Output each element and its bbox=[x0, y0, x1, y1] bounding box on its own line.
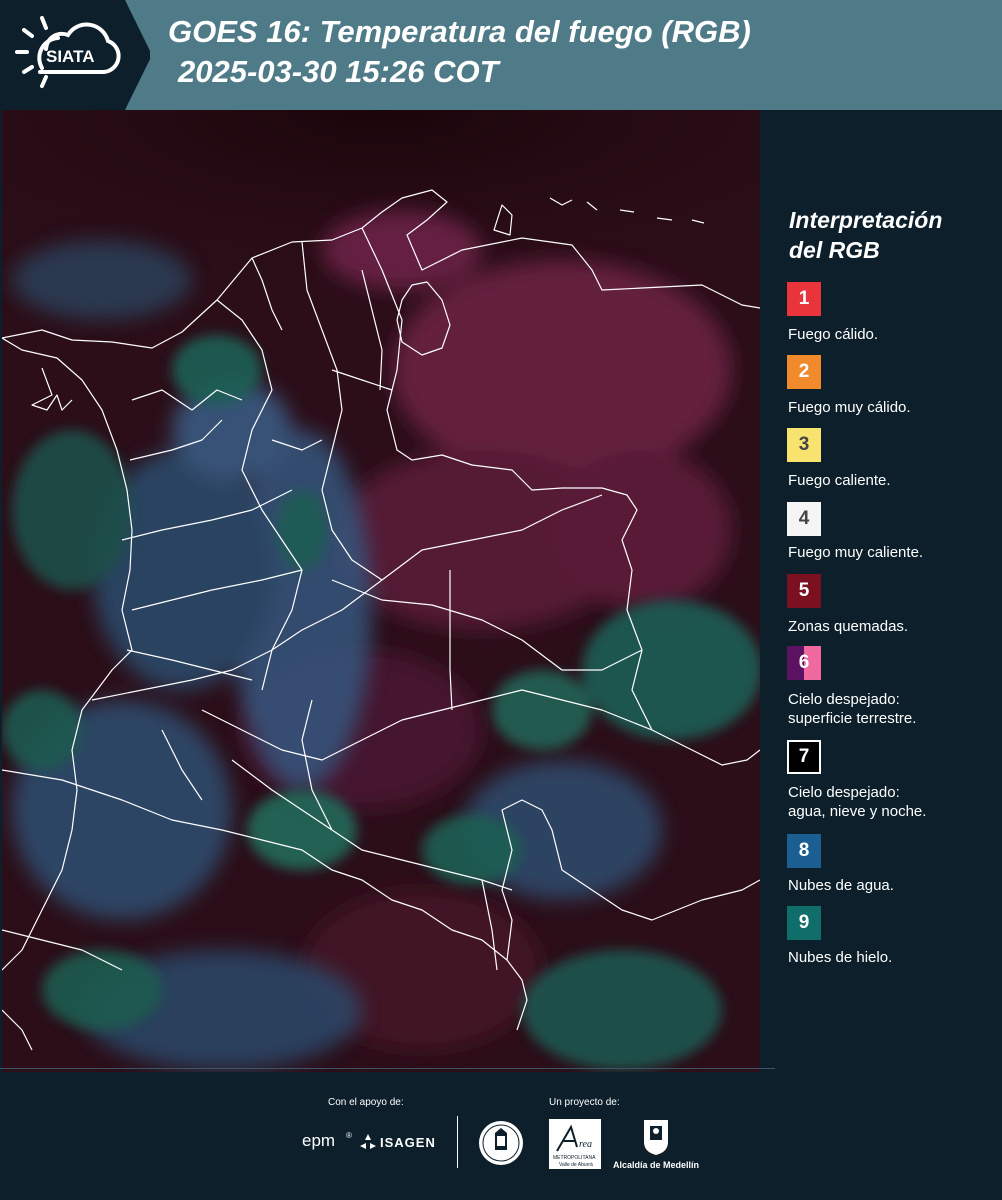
alcaldia-label: Alcaldía de Medellín bbox=[613, 1160, 700, 1170]
isagen-logo: ISAGEN bbox=[380, 1135, 436, 1150]
isagen-icon bbox=[360, 1134, 376, 1149]
epm-registered-mark: ® bbox=[346, 1131, 352, 1140]
area-line1: METROPOLITANA bbox=[553, 1155, 596, 1161]
legend-title-line1: Interpretación bbox=[789, 207, 943, 233]
legend-swatch-3: 3 bbox=[787, 428, 821, 462]
epm-logo: epm bbox=[302, 1131, 336, 1150]
legend-label-2: Fuego muy cálido. bbox=[788, 399, 911, 416]
legend-swatch-4: 4 bbox=[787, 502, 821, 536]
support-label: Con el apoyo de: bbox=[328, 1097, 404, 1108]
legend-swatch-9: 9 bbox=[787, 906, 821, 940]
legend-swatch-1: 1 bbox=[787, 282, 821, 316]
header-bar: SIATA GOES 16: Temperatura del fuego (RG… bbox=[0, 0, 1002, 110]
legend-label-4: Fuego muy caliente. bbox=[788, 544, 924, 561]
logo-text: SIATA bbox=[46, 47, 94, 66]
project-label: Un proyecto de: bbox=[549, 1097, 620, 1108]
legend-label-7-line1: Cielo despejado: bbox=[788, 784, 900, 801]
legend-swatch-2: 2 bbox=[787, 355, 821, 389]
legend-label-1: Fuego cálido. bbox=[788, 326, 879, 343]
legend-label-6-line1: Cielo despejado: bbox=[788, 691, 900, 708]
legend-label-7-line2: agua, nieve y noche. bbox=[788, 803, 927, 820]
legend-label-6: Cielo despejado: superficie terrestre. bbox=[788, 690, 998, 728]
legend-title-line2: del RGB bbox=[789, 237, 880, 263]
area-metropolitana-logo-icon: rea METROPOLITANA Valle de Aburrá bbox=[549, 1119, 601, 1169]
satellite-map[interactable] bbox=[2, 110, 760, 1072]
legend-label-5: Zonas quemadas. bbox=[788, 618, 909, 635]
legend-title: Interpretación del RGB bbox=[789, 205, 989, 265]
medellin-shield-icon bbox=[644, 1120, 668, 1155]
page-timestamp: 2025-03-30 15:26 COT bbox=[178, 54, 499, 89]
legend-swatch-5: 5 bbox=[787, 574, 821, 608]
footer-separator bbox=[457, 1116, 458, 1168]
legend-swatch-7: 7 bbox=[787, 740, 821, 774]
footer-divider bbox=[0, 1068, 775, 1069]
legend-swatch-6: 6 bbox=[787, 646, 821, 680]
legend-swatch-8: 8 bbox=[787, 834, 821, 868]
svg-text:rea: rea bbox=[579, 1139, 592, 1150]
page-title: GOES 16: Temperatura del fuego (RGB) bbox=[168, 14, 751, 49]
satellite-image bbox=[2, 110, 760, 1072]
legend-label-9: Nubes de hielo. bbox=[788, 949, 893, 966]
legend-label-8: Nubes de agua. bbox=[788, 877, 894, 894]
legend-label-6-line2: superficie terrestre. bbox=[788, 710, 917, 727]
area-line2: Valle de Aburrá bbox=[559, 1162, 593, 1168]
universidad-nacional-seal-icon bbox=[479, 1121, 523, 1165]
legend-label-7: Cielo despejado: agua, nieve y noche. bbox=[788, 783, 998, 821]
legend-label-3: Fuego caliente. bbox=[788, 472, 891, 489]
siata-logo: SIATA bbox=[0, 0, 150, 110]
